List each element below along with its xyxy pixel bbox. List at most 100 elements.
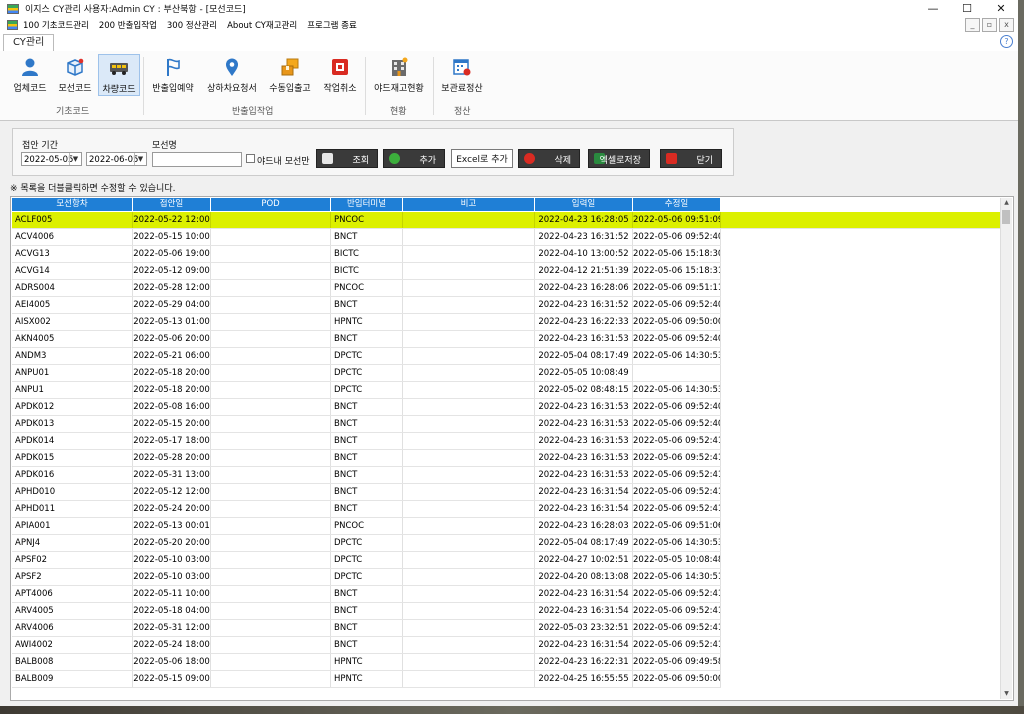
table-cell: 2022-05-10 03:00 <box>133 552 211 568</box>
scroll-thumb[interactable] <box>1002 210 1010 224</box>
table-row[interactable]: APDK016 2022-05-31 13:00 BNCT 2022-04-23 16… <box>12 467 721 484</box>
menu-about[interactable]: About CY재고관리 <box>227 19 297 31</box>
table-row[interactable]: ARV4005 2022-05-18 04:00 BNCT 2022-04-23 16… <box>12 603 721 620</box>
table-cell: HPNTC <box>331 314 403 330</box>
table-cell: ADRS004 <box>12 280 133 296</box>
table-row[interactable]: AEI4005 2022-05-29 04:00 BNCT 2022-04-23 16… <box>12 297 721 314</box>
table-cell <box>211 280 331 296</box>
tab-cy-management[interactable]: CY관리 <box>3 34 55 51</box>
date-from-picker[interactable]: 2022-05-05 ▼ <box>21 152 82 166</box>
loading-request-button[interactable]: 상하차요청서 <box>203 54 261 96</box>
delete-button[interactable]: 삭제 <box>518 149 580 168</box>
menu-exit[interactable]: 프로그램 종료 <box>307 19 357 31</box>
table-row[interactable]: APIA001 2022-05-13 00:01 PNCOC 2022-04-23 1… <box>12 518 721 535</box>
table-row[interactable]: APSF02 2022-05-10 03:00 DPCTC 2022-04-27 10… <box>12 552 721 569</box>
table-cell <box>211 365 331 381</box>
yard-inventory-button[interactable]: 야드재고현황 <box>370 54 428 96</box>
chevron-down-icon[interactable]: ▼ <box>134 153 146 165</box>
table-row[interactable]: ANDM3 2022-05-21 06:00 DPCTC 2022-05-04 08:… <box>12 348 721 365</box>
column-header[interactable]: 접안일 <box>133 198 211 211</box>
chevron-down-icon[interactable]: ▼ <box>69 153 81 165</box>
close-window-button[interactable]: ✕ <box>984 0 1018 17</box>
table-row[interactable]: APDK013 2022-05-15 20:00 BNCT 2022-04-23 16… <box>12 416 721 433</box>
column-header[interactable]: 수정일 <box>633 198 721 211</box>
table-row[interactable]: APT4006 2022-05-11 10:00 BNCT 2022-04-23 16… <box>12 586 721 603</box>
table-row[interactable]: ACLF005 2022-05-22 12:00 PNCOC 2022-04-23 1… <box>12 212 1001 229</box>
query-button[interactable]: 조회 <box>316 149 378 168</box>
table-row[interactable]: ANPU1 2022-05-18 20:00 DPCTC 2022-05-02 08:… <box>12 382 721 399</box>
table-row[interactable]: ACVG14 2022-05-12 09:00 BICTC 2022-04-12 21… <box>12 263 721 280</box>
vehicle-code-button[interactable]: 차량코드 <box>98 54 140 96</box>
table-cell: 2022-05-06 09:52:41 <box>633 467 721 483</box>
table-row[interactable]: APHD011 2022-05-24 20:00 BNCT 2022-04-23 16… <box>12 501 721 518</box>
scroll-down-icon[interactable]: ▼ <box>1001 689 1012 699</box>
table-cell <box>211 416 331 432</box>
table-cell: 2022-05-29 04:00 <box>133 297 211 313</box>
mdi-close-button[interactable]: x <box>999 18 1014 32</box>
date-to-picker[interactable]: 2022-06-05 ▼ <box>86 152 147 166</box>
table-cell <box>211 331 331 347</box>
column-header[interactable]: POD <box>211 198 331 211</box>
menu-in-out-work[interactable]: 200 반출입작업 <box>99 19 157 31</box>
table-cell <box>211 348 331 364</box>
column-header[interactable]: 반입터미널 <box>331 198 403 211</box>
column-header[interactable]: 입력일 <box>535 198 633 211</box>
menu-settlement[interactable]: 300 정산관리 <box>167 19 217 31</box>
table-row[interactable]: ACV4006 2022-05-15 10:00 BNCT 2022-04-23 16… <box>12 229 721 246</box>
scroll-up-icon[interactable]: ▲ <box>1001 198 1012 208</box>
table-cell <box>211 433 331 449</box>
manual-in-out-button[interactable]: 수동입출고 <box>265 54 315 96</box>
table-cell <box>211 637 331 653</box>
vertical-scrollbar[interactable]: ▲ ▼ <box>1000 198 1012 699</box>
table-row[interactable]: APDK014 2022-05-17 18:00 BNCT 2022-04-23 16… <box>12 433 721 450</box>
person-icon <box>20 57 40 77</box>
column-header[interactable]: 모선항차 <box>12 198 133 211</box>
in-out-reservation-button[interactable]: 반출입예약 <box>148 54 198 96</box>
excel-add-button[interactable]: Excel로 추가 <box>451 149 513 168</box>
table-row[interactable]: APNJ4 2022-05-20 20:00 DPCTC 2022-05-04 08:… <box>12 535 721 552</box>
table-row[interactable]: BALB009 2022-05-15 09:00 HPNTC 2022-04-25 1… <box>12 671 721 688</box>
table-cell: APDK016 <box>12 467 133 483</box>
excel-save-button[interactable]: 엑셀로저장 <box>588 149 650 168</box>
menu-basic-code[interactable]: 100 기초코드관리 <box>23 19 89 31</box>
table-cell: DPCTC <box>331 365 403 381</box>
table-cell: APSF02 <box>12 552 133 568</box>
table-row[interactable]: ACVG13 2022-05-06 19:00 BICTC 2022-04-10 13… <box>12 246 721 263</box>
table-cell: 2022-05-06 09:52:40 <box>633 331 721 347</box>
yard-only-checkbox[interactable] <box>246 154 255 163</box>
help-icon[interactable]: ? <box>1000 35 1013 48</box>
table-row[interactable]: ARV4006 2022-05-31 12:00 BNCT 2022-05-03 23… <box>12 620 721 637</box>
close-button[interactable]: 닫기 <box>660 149 722 168</box>
stop-icon <box>330 57 350 77</box>
vessel-name-input[interactable] <box>152 152 242 167</box>
maximize-button[interactable]: ☐ <box>950 0 984 17</box>
table-row[interactable]: APDK015 2022-05-28 20:00 BNCT 2022-04-23 16… <box>12 450 721 467</box>
mdi-minimize-button[interactable]: _ <box>965 18 980 32</box>
vessel-code-button[interactable]: 모선코드 <box>54 54 96 96</box>
period-label: 접안 기간 <box>22 141 58 151</box>
mdi-restore-button[interactable]: ▫ <box>982 18 997 32</box>
table-cell: 2022-05-12 09:00 <box>133 263 211 279</box>
add-button[interactable]: 추가 <box>383 149 445 168</box>
cancel-work-button[interactable]: 작업취소 <box>320 54 360 96</box>
vessel-table[interactable]: 모선항차 접안일 POD 반입터미널 비고 입력일 수정일 ACLF005 2022-05-2… <box>10 196 1014 701</box>
table-row[interactable]: ANPU01 2022-05-18 20:00 DPCTC 2022-05-05 10… <box>12 365 721 382</box>
table-cell: 2022-04-23 16:22:33 <box>535 314 633 330</box>
minimize-button[interactable]: — <box>916 0 950 17</box>
table-row[interactable]: BALB008 2022-05-06 18:00 HPNTC 2022-04-23 1… <box>12 654 721 671</box>
company-code-button[interactable]: 업체코드 <box>10 54 50 96</box>
column-header[interactable]: 비고 <box>403 198 535 211</box>
table-cell: 2022-05-21 06:00 <box>133 348 211 364</box>
table-cell: BNCT <box>331 637 403 653</box>
table-cell: 2022-05-24 20:00 <box>133 501 211 517</box>
table-row[interactable]: AISX002 2022-05-13 01:00 HPNTC 2022-04-23 1… <box>12 314 721 331</box>
table-row[interactable]: APHD010 2022-05-12 12:00 BNCT 2022-04-23 16… <box>12 484 721 501</box>
table-cell: 2022-05-15 09:00 <box>133 671 211 687</box>
table-row[interactable]: AWI4002 2022-05-24 18:00 BNCT 2022-04-23 16… <box>12 637 721 654</box>
table-row[interactable]: APDK012 2022-05-08 16:00 BNCT 2022-04-23 16… <box>12 399 721 416</box>
storage-fee-button[interactable]: 보관료정산 <box>437 54 487 96</box>
table-row[interactable]: AKN4005 2022-05-06 20:00 BNCT 2022-04-23 16… <box>12 331 721 348</box>
table-row[interactable]: ADRS004 2022-05-28 12:00 PNCOC 2022-04-23 1… <box>12 280 721 297</box>
table-cell <box>211 467 331 483</box>
table-row[interactable]: APSF2 2022-05-10 03:00 DPCTC 2022-04-20 08:… <box>12 569 721 586</box>
